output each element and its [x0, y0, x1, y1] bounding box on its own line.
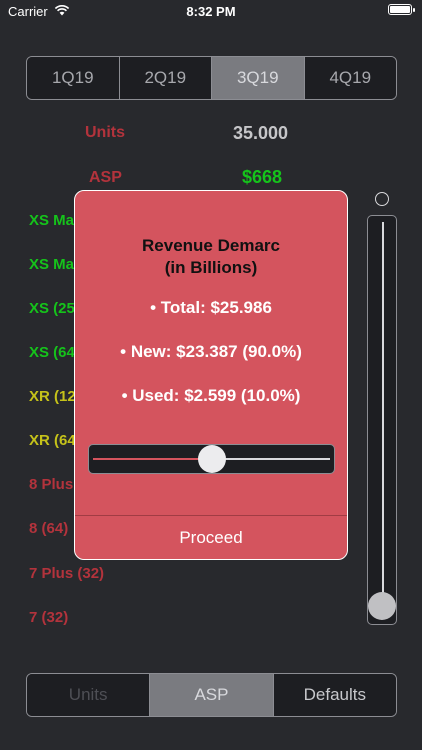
- mode-segmented-control: Units ASP Defaults: [26, 673, 397, 717]
- tab-2q19[interactable]: 2Q19: [119, 57, 212, 99]
- slider-top-indicator: [375, 192, 389, 206]
- tab-asp[interactable]: ASP: [150, 674, 274, 716]
- status-bar: Carrier 8:32 PM: [0, 0, 422, 22]
- dialog-title-line2: (in Billions): [164, 258, 258, 277]
- dialog-title-line1: Revenue Demarc: [142, 236, 280, 255]
- vertical-slider-thumb[interactable]: [368, 592, 396, 620]
- proceed-button[interactable]: Proceed: [75, 516, 347, 559]
- model-row-8-plus[interactable]: 8 Plus: [29, 476, 73, 493]
- model-row-xr-64[interactable]: XR (64): [29, 432, 81, 449]
- model-row-xs-64[interactable]: XS (64): [29, 344, 80, 361]
- vertical-slider-line: [382, 222, 384, 614]
- units-value: 35.000: [233, 123, 289, 143]
- tab-units[interactable]: Units: [27, 674, 151, 716]
- demarc-slider[interactable]: [88, 444, 335, 474]
- battery-icon: [388, 4, 415, 15]
- dialog-title: Revenue Demarc (in Billions): [75, 235, 347, 279]
- quarter-segmented-control: 1Q19 2Q19 3Q19 4Q19: [26, 56, 397, 100]
- demarc-slider-thumb[interactable]: [197, 445, 226, 473]
- asp-label: ASP: [89, 169, 122, 186]
- tab-4q19[interactable]: 4Q19: [304, 57, 396, 99]
- demarc-slider-filled-track: [93, 458, 212, 460]
- vertical-slider[interactable]: [367, 215, 397, 625]
- demarc-slider-empty-track: [211, 458, 330, 460]
- tab-defaults[interactable]: Defaults: [273, 674, 396, 716]
- tab-3q19[interactable]: 3Q19: [212, 57, 305, 99]
- units-label: Units: [85, 124, 125, 141]
- total-line: • Total: $25.986: [150, 298, 272, 317]
- status-time: 8:32 PM: [186, 4, 236, 19]
- model-row-7-plus-32[interactable]: 7 Plus (32): [29, 565, 104, 582]
- tab-1q19[interactable]: 1Q19: [27, 57, 120, 99]
- asp-value: $668: [242, 167, 283, 187]
- new-line: • New: $23.387 (90.0%): [120, 342, 302, 361]
- used-line: • Used: $2.599 (10.0%): [121, 386, 301, 405]
- model-row-8-64[interactable]: 8 (64): [29, 520, 68, 537]
- revenue-demarc-dialog: Revenue Demarc (in Billions) • Total: $2…: [74, 190, 348, 560]
- model-row-7-32[interactable]: 7 (32): [29, 609, 68, 626]
